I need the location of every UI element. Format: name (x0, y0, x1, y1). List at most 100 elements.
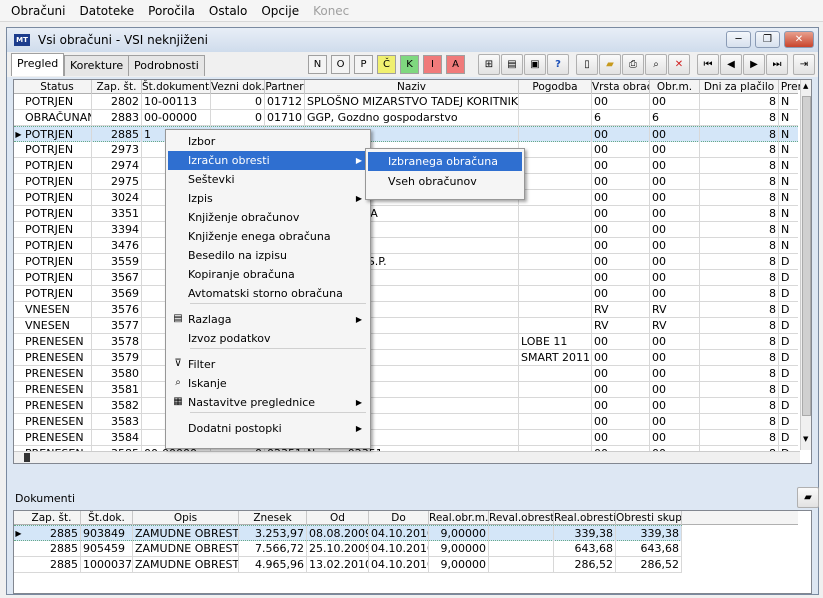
menu-item-nastavitve-preglednice[interactable]: ▦ Nastavitve preglednice ▶ (168, 393, 368, 412)
search-icon[interactable]: ⌕ (645, 54, 667, 75)
menu-item-knjizenje-enega-obracuna[interactable]: Knjiženje enega obračuna (168, 227, 368, 246)
table-row[interactable]: PRENESEN 3578 LOBE 11 00 00 8 D (14, 334, 798, 350)
table-row[interactable]: POTRJEN3559ERT DEJAK S.P.00008D (14, 254, 798, 270)
monitor-icon[interactable]: ▣ (524, 54, 546, 75)
hscroll-thumb[interactable] (24, 453, 30, 462)
menu-item-sestevki[interactable]: Seštevki (168, 170, 368, 189)
letter-button-c[interactable]: Č (377, 55, 396, 74)
menu-item-iskanje[interactable]: ⌕ Iskanje (168, 374, 368, 393)
scroll-up-icon[interactable]: ▲ (803, 82, 808, 90)
column-header[interactable]: Vrsta obrač. (592, 80, 650, 94)
column-header[interactable]: Do (369, 511, 429, 525)
menu-item-izvoz-podatkov[interactable]: Izvoz podatkov (168, 329, 368, 348)
menu-item-dodatni-postopki[interactable]: Dodatni postopki ▶ (168, 419, 368, 438)
menu-obracuni[interactable]: Obračuni (4, 4, 73, 18)
table-row[interactable]: POTRJEN3394o.o.00008N (14, 222, 798, 238)
table-row[interactable]: VNESEN 3577 RV RV 8 D (14, 318, 798, 334)
vertical-scrollbar[interactable]: ▲ ▼ (800, 80, 811, 450)
column-header[interactable]: Opis (133, 511, 239, 525)
menu-konec[interactable]: Konec (306, 4, 356, 18)
letter-button-o[interactable]: O (331, 55, 350, 74)
menu-item-izbor[interactable]: Izbor (168, 132, 368, 151)
column-header[interactable]: Št.dok. (81, 511, 133, 525)
column-header[interactable]: Zap. št. (92, 80, 142, 94)
column-header[interactable]: Reval.obresti (489, 511, 554, 525)
open-folder-icon[interactable]: ▰ (599, 54, 621, 75)
menu-ostalo[interactable]: Ostalo (202, 4, 254, 18)
column-header[interactable]: Naziv (305, 80, 519, 94)
table-row[interactable]: PRENESEN 3584 00 00 8 D (14, 430, 798, 446)
menu-item-vseh-obracunov[interactable]: Vseh obračunov (368, 172, 522, 191)
document-row[interactable]: ▶ 2885 903849 ZAMUDNE OBRESTI 3.253,97 08.08.… (14, 525, 682, 542)
letter-button-i[interactable]: I (423, 55, 442, 74)
delete-icon[interactable]: ✕ (668, 54, 690, 75)
column-header[interactable]: Partner (265, 80, 305, 94)
menu-item-izpis[interactable]: Izpis ▶ (168, 189, 368, 208)
column-header[interactable]: Znesek (239, 511, 307, 525)
print-icon[interactable]: ⎙ (622, 54, 644, 75)
table-row[interactable]: POTRJEN 3569 00 00 8 D (14, 286, 798, 302)
table-row[interactable]: POTRJEN 2802 10-00113 0 01712 SPLOŠNO MIZARST… (14, 94, 798, 110)
form-icon[interactable]: ▤ (501, 54, 523, 75)
scroll-thumb[interactable] (802, 96, 811, 416)
table-row[interactable]: VNESEN 3576 RV RV 8 D (14, 302, 798, 318)
table-row[interactable]: PRENESEN 3582 00 00 8 D (14, 398, 798, 414)
horizontal-scrollbar[interactable] (14, 451, 800, 463)
help-icon[interactable]: ? (547, 54, 569, 75)
menu-datoteke[interactable]: Datoteke (73, 4, 142, 18)
exit-icon[interactable]: ⇥ (793, 54, 815, 75)
column-header[interactable]: Zap. št. (23, 511, 81, 525)
new-document-icon[interactable]: ▯ (576, 54, 598, 75)
table-row[interactable]: ▶POTRJEN28851NICE D.O.O00008N (14, 126, 798, 143)
scroll-down-icon[interactable]: ▼ (803, 435, 808, 443)
table-row[interactable]: POTRJEN 3567 00 00 8 D (14, 270, 798, 286)
menu-porocila[interactable]: Poročila (141, 4, 202, 18)
column-header[interactable]: Št.dokumenta (142, 80, 211, 94)
tree-icon[interactable]: ⊞ (478, 54, 500, 75)
column-header[interactable]: Obr.m. (650, 80, 700, 94)
next-record-icon[interactable]: ▶ (743, 54, 765, 75)
column-header[interactable]: Vezni dok. (211, 80, 265, 94)
last-record-icon[interactable]: ⏭ (766, 54, 788, 75)
minimize-button[interactable]: ─ (726, 31, 751, 48)
menu-item-knjizenje-obracunov[interactable]: Knjiženje obračunov (168, 208, 368, 227)
menu-item-filter[interactable]: ⊽ Filter (168, 355, 368, 374)
table-row[interactable]: PRENESEN 3580 00 00 8 D (14, 366, 798, 382)
column-header[interactable]: Status (23, 80, 92, 94)
column-header[interactable]: Real.obresti (554, 511, 616, 525)
close-button[interactable]: ✕ (784, 31, 814, 48)
column-header[interactable]: Dni za plačilo (700, 80, 779, 94)
column-header[interactable]: Obresti skupaj (616, 511, 682, 525)
open-folder-icon[interactable]: ▰ (797, 487, 819, 508)
table-row[interactable]: OBRAČUNAN 2883 00-00000 0 01710 GGP, Gozdno g… (14, 110, 798, 126)
column-header[interactable]: Pogodba (519, 80, 592, 94)
table-row[interactable]: PRENESEN 3579 SMART 2011 00 00 8 D (14, 350, 798, 366)
letter-button-k[interactable]: K (400, 55, 419, 74)
menu-item-izracun-obresti[interactable]: Izračun obresti ▶ (168, 151, 368, 170)
document-row[interactable]: 2885 1000037 ZAMUDNE OBRESTI 4.965,96 13.02.… (14, 557, 682, 573)
letter-button-a[interactable]: A (446, 55, 465, 74)
tab-korekture[interactable]: Korekture (64, 55, 130, 76)
letter-button-n[interactable]: N (308, 55, 327, 74)
menu-opcije[interactable]: Opcije (254, 4, 306, 18)
table-row[interactable]: PRENESEN 3581 00 00 8 D (14, 382, 798, 398)
first-record-icon[interactable]: ⏮ (697, 54, 719, 75)
letter-button-p[interactable]: P (354, 55, 373, 74)
menu-item-kopiranje-obracuna[interactable]: Kopiranje obračuna (168, 265, 368, 284)
table-row[interactable]: POTRJEN3351D.O.O. PIVKA00008N (14, 206, 798, 222)
document-row[interactable]: 2885 905459 ZAMUDNE OBRESTI 7.566,72 25.10.2… (14, 541, 682, 557)
table-row[interactable]: POTRJEN 3476 00 00 8 N (14, 238, 798, 254)
menu-item-izbranega-obracuna[interactable]: Izbranega obračuna (368, 152, 522, 171)
tab-podrobnosti[interactable]: Podrobnosti (128, 55, 205, 76)
main-grid[interactable]: Status Zap. št. Št.dokumenta Vezni dok. Part… (13, 79, 812, 464)
tab-pregled[interactable]: Pregled (11, 53, 65, 76)
column-header[interactable]: Real.obr.m. (429, 511, 489, 525)
menu-item-besedilo-na-izpisu[interactable]: Besedilo na izpisu (168, 246, 368, 265)
table-row[interactable]: PRENESEN 3583 00 00 8 D (14, 414, 798, 430)
documents-grid[interactable]: Zap. št. Št.dok. Opis Znesek Od Do Real.obr.m.… (13, 510, 812, 594)
column-header[interactable]: Od (307, 511, 369, 525)
previous-record-icon[interactable]: ◀ (720, 54, 742, 75)
menu-item-razlaga[interactable]: ▤ Razlaga ▶ (168, 310, 368, 329)
menu-item-avtomatski-storno[interactable]: Avtomatski storno obračuna (168, 284, 368, 303)
restore-button[interactable]: ❐ (755, 31, 780, 48)
